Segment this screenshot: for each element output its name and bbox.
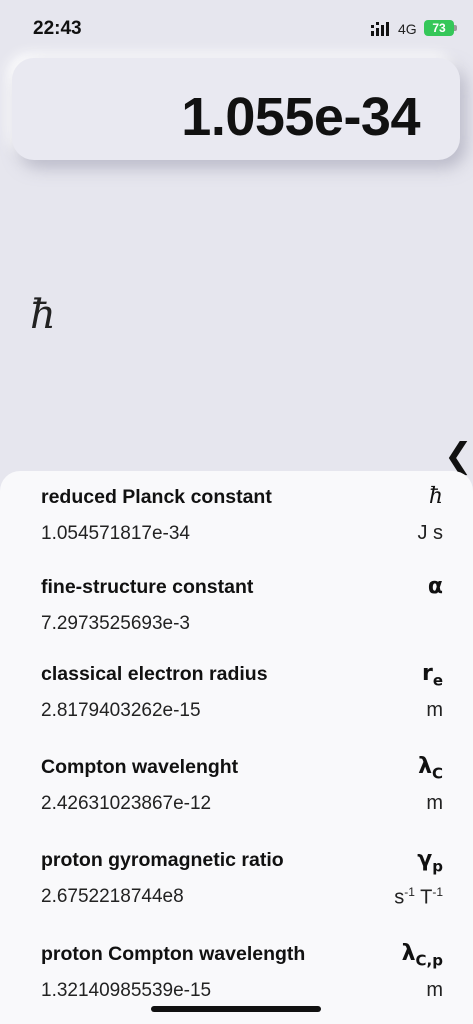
- constant-symbol: γp: [417, 847, 443, 876]
- chevron-left-icon[interactable]: ❮: [444, 436, 473, 476]
- cellular-signal-icon: [371, 22, 389, 36]
- constant-row-compton-wavelength[interactable]: Compton wavelenght 2.42631023867e-12 λC …: [41, 754, 443, 826]
- constant-row-reduced-planck[interactable]: reduced Planck constant 1.054571817e-34 …: [41, 484, 443, 556]
- home-indicator[interactable]: [151, 1006, 321, 1012]
- constant-unit: J s: [417, 522, 443, 544]
- constants-panel: reduced Planck constant 1.054571817e-34 …: [0, 471, 473, 1024]
- constant-row-proton-compton-wavelength[interactable]: proton Compton wavelength 1.32140985539e…: [41, 941, 443, 1013]
- constant-name: classical electron radius: [41, 663, 268, 685]
- status-bar: 22:43 4G 73: [0, 0, 473, 56]
- constant-unit: m: [426, 979, 443, 1001]
- constant-row-classical-electron-radius[interactable]: classical electron radius 2.8179403262e-…: [41, 661, 443, 733]
- battery-tip: [454, 25, 457, 31]
- constant-row-fine-structure[interactable]: fine-structure constant 7.2973525693e-3 …: [41, 574, 443, 646]
- constant-symbol: λC,p: [401, 941, 443, 970]
- battery-level: 73: [432, 21, 446, 35]
- constant-symbol: ħ: [428, 484, 443, 509]
- constant-symbol: re: [421, 661, 443, 690]
- constant-value: 2.6752218744e8: [41, 886, 184, 907]
- status-time: 22:43: [33, 18, 82, 39]
- constant-name: reduced Planck constant: [41, 486, 272, 508]
- constant-value: 7.2973525693e-3: [41, 613, 190, 634]
- constant-value: 2.8179403262e-15: [41, 700, 201, 721]
- constant-value: 1.32140985539e-15: [41, 980, 212, 1001]
- constant-name: proton gyromagnetic ratio: [41, 849, 284, 871]
- constant-value: 2.42631023867e-12: [41, 793, 212, 814]
- calculator-display[interactable]: 1.055e-34: [12, 58, 460, 160]
- constant-name: fine-structure constant: [41, 576, 254, 598]
- constant-unit: m: [426, 699, 443, 721]
- constant-name: Compton wavelenght: [41, 756, 239, 778]
- selected-constant-symbol: ħ: [30, 292, 56, 338]
- constant-symbol: λC: [418, 754, 443, 783]
- constant-name: proton Compton wavelength: [41, 943, 306, 965]
- network-type: 4G: [398, 21, 417, 37]
- constant-unit: m: [426, 792, 443, 814]
- display-value: 1.055e-34: [181, 87, 420, 147]
- constant-value: 1.054571817e-34: [41, 523, 190, 544]
- constant-symbol: α: [427, 574, 443, 599]
- constant-unit: s-1 T-1: [394, 885, 443, 909]
- battery-icon: 73: [424, 20, 454, 36]
- constant-row-proton-gyromagnetic-ratio[interactable]: proton gyromagnetic ratio 2.6752218744e8…: [41, 847, 443, 919]
